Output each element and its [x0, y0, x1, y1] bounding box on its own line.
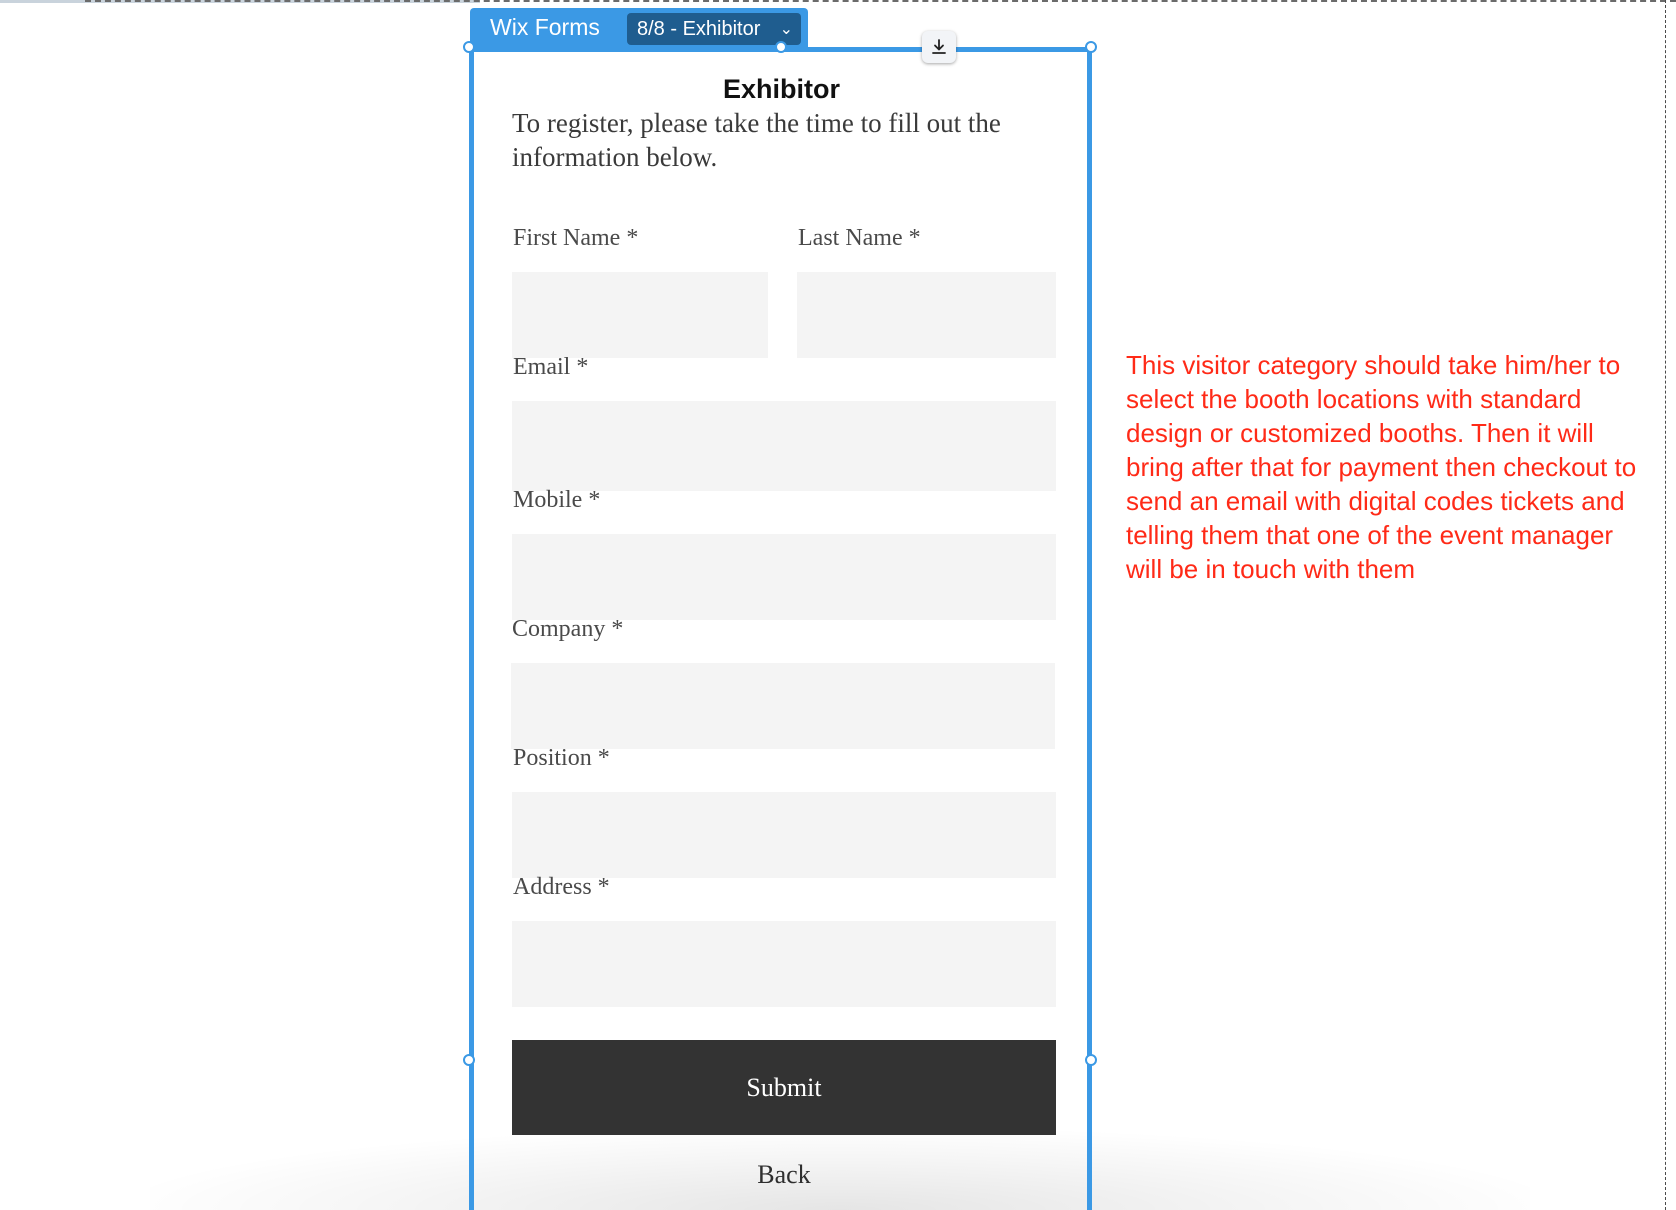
download-button[interactable] [922, 31, 956, 63]
chevron-down-icon: ⌄ [779, 21, 793, 38]
submit-button[interactable]: Submit [512, 1040, 1056, 1135]
position-label: Position * [513, 745, 610, 771]
top-guide-line [85, 0, 1676, 2]
first-name-field[interactable] [512, 272, 768, 358]
company-field[interactable] [511, 663, 1055, 749]
resize-handle-middle-right[interactable] [1085, 1054, 1097, 1066]
right-guide-line [1665, 0, 1666, 1210]
resize-handle-middle-left[interactable] [463, 1054, 475, 1066]
form-intro-text: To register, please take the time to fil… [512, 108, 1001, 172]
resize-handle-top-right[interactable] [1085, 41, 1097, 53]
back-link[interactable]: Back [512, 1160, 1056, 1190]
address-field[interactable] [512, 921, 1056, 1007]
form-state-dropdown[interactable]: 8/8 - Exhibitor ⌄ [627, 13, 801, 45]
resize-handle-top-left[interactable] [463, 41, 475, 53]
annotation-note: This visitor category should take him/he… [1126, 350, 1637, 584]
company-label: Company * [512, 616, 624, 642]
address-label: Address * [513, 874, 610, 900]
resize-handle-top-center[interactable] [775, 41, 787, 53]
wix-forms-label: Wix Forms [490, 14, 600, 40]
form-title: Exhibitor [722, 74, 840, 104]
email-label: Email * [513, 354, 589, 380]
mobile-field[interactable] [512, 534, 1056, 620]
editor-canvas: Wix Forms 8/8 - Exhibitor ⌄ Exhibitor To… [0, 0, 1676, 1210]
first-name-label: First Name * [513, 225, 639, 251]
position-field[interactable] [512, 792, 1056, 878]
submit-button-label: Submit [746, 1072, 822, 1102]
last-name-field[interactable] [797, 272, 1056, 358]
form-state-value: 8/8 - Exhibitor [637, 18, 761, 40]
email-field[interactable] [512, 401, 1056, 491]
last-name-label: Last Name * [798, 225, 921, 251]
download-icon [932, 39, 946, 54]
mobile-label: Mobile * [513, 487, 601, 513]
wix-forms-tab[interactable]: Wix Forms 8/8 - Exhibitor ⌄ [470, 8, 808, 48]
